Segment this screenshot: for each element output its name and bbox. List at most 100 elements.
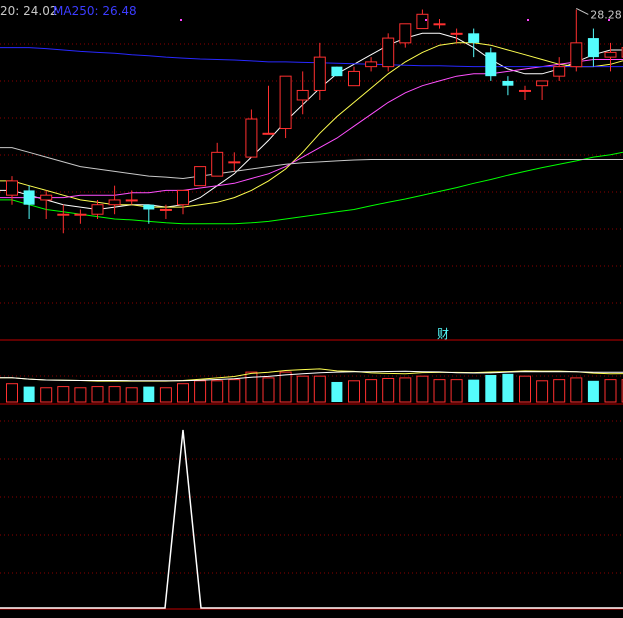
candle-body-up [519, 89, 531, 92]
candle [468, 28, 480, 58]
candle [331, 66, 343, 77]
volume-bar-down [468, 379, 480, 402]
candle-body-up [279, 75, 292, 130]
volume-bar-up [74, 387, 87, 403]
candle-body-up [159, 208, 172, 211]
candle-body-down [143, 204, 155, 210]
top-dot-marker [527, 19, 529, 21]
ma-line-ma5 [0, 32, 623, 211]
candle-body-up [6, 180, 18, 196]
volume-bar-up [536, 380, 549, 403]
candle [365, 57, 378, 72]
candle [485, 47, 497, 81]
volume-bar-up [553, 379, 566, 403]
volume-bar-up [416, 375, 429, 403]
peak-marker: 28.28 [576, 8, 622, 21]
volume-bar-up [108, 386, 121, 403]
candle-body-up [91, 204, 104, 215]
volume-bar-up [279, 371, 292, 403]
signal-polyline [0, 429, 623, 609]
top-dot-marker [180, 19, 182, 21]
grid-lines [0, 43, 623, 574]
signal-line [0, 429, 623, 609]
candle-body-up [296, 89, 309, 101]
candle [553, 57, 566, 81]
candle [23, 185, 35, 219]
ma-line-ma250 [0, 47, 623, 68]
candle-body-up [433, 23, 446, 26]
candlestick-chart[interactable]: 28.28 财 [0, 0, 623, 618]
candle [262, 85, 275, 135]
volume-bar-up [125, 387, 138, 403]
candle [194, 166, 207, 187]
candle [348, 66, 360, 87]
candle-body-down [23, 190, 35, 205]
peak-price-label: 28.28 [590, 8, 622, 21]
volume-bar-up [57, 386, 70, 403]
candle [604, 42, 617, 72]
volume-bar-up [365, 379, 378, 403]
volume-bar-up [519, 375, 531, 403]
volume-bar-up [159, 387, 172, 403]
volume-bar-down [485, 375, 497, 402]
candle-body-up [262, 132, 275, 135]
candle-body-up [40, 194, 53, 201]
volume-bar-up [228, 379, 241, 403]
candle [382, 33, 395, 72]
candle [228, 152, 241, 172]
ma20-label: 20: 24.02 [0, 4, 58, 18]
volume-bar-up [433, 379, 446, 403]
price-candles [6, 9, 623, 234]
volume-bar-up [194, 380, 207, 403]
volume-bar-up [570, 377, 583, 403]
volume-bar-up [262, 377, 275, 403]
candle-body-up [382, 37, 395, 68]
top-dot-marker [608, 19, 610, 21]
candle [502, 76, 514, 96]
volume-bar-up [399, 377, 412, 403]
candle-body-down [587, 38, 599, 58]
candle-body-down [468, 33, 480, 43]
candle [399, 23, 412, 48]
volume-bar-down [502, 373, 514, 402]
candle [245, 109, 258, 158]
volume-bar-up [450, 379, 463, 403]
volume-bar-up [382, 377, 395, 403]
candle-body-down [485, 52, 497, 77]
volume-bar-down [143, 386, 155, 402]
candle [536, 80, 549, 100]
candle [6, 176, 18, 205]
top-dot-marker [425, 19, 427, 21]
volume-bar-up [177, 383, 189, 403]
candle [570, 9, 583, 72]
volume-bar-up [6, 383, 18, 403]
moving-average-lines [0, 32, 623, 225]
candle [587, 28, 599, 67]
candle-body-up [553, 66, 566, 77]
volume-bar-up [348, 380, 360, 403]
candle-body-up [313, 56, 326, 91]
volume-bar-down [331, 381, 343, 402]
volume-bar-up [296, 375, 309, 403]
candle [57, 204, 70, 234]
volume-bar-down [23, 386, 35, 402]
candle [108, 185, 121, 215]
candle-body-up [228, 161, 241, 164]
candle-body-up [57, 213, 70, 216]
volume-bar-up [604, 379, 617, 403]
candle [177, 189, 189, 215]
candle-body-up [74, 213, 87, 216]
candle-body-up [570, 42, 583, 68]
stock-chart-window: 28.28 财 20: 24.02 MA250: 26.48 [0, 0, 623, 618]
volume-bar-up [211, 380, 224, 403]
candle [519, 85, 531, 100]
volume-bar-up [91, 386, 104, 403]
candle-body-up [450, 32, 463, 35]
volume-bars [6, 371, 623, 403]
cai-icon[interactable]: 财 [437, 327, 449, 341]
candle-body-up [365, 61, 378, 68]
candle-body-up [177, 189, 189, 206]
candle-body-up [108, 199, 121, 206]
candle [279, 75, 292, 139]
volume-bar-down [587, 380, 599, 402]
